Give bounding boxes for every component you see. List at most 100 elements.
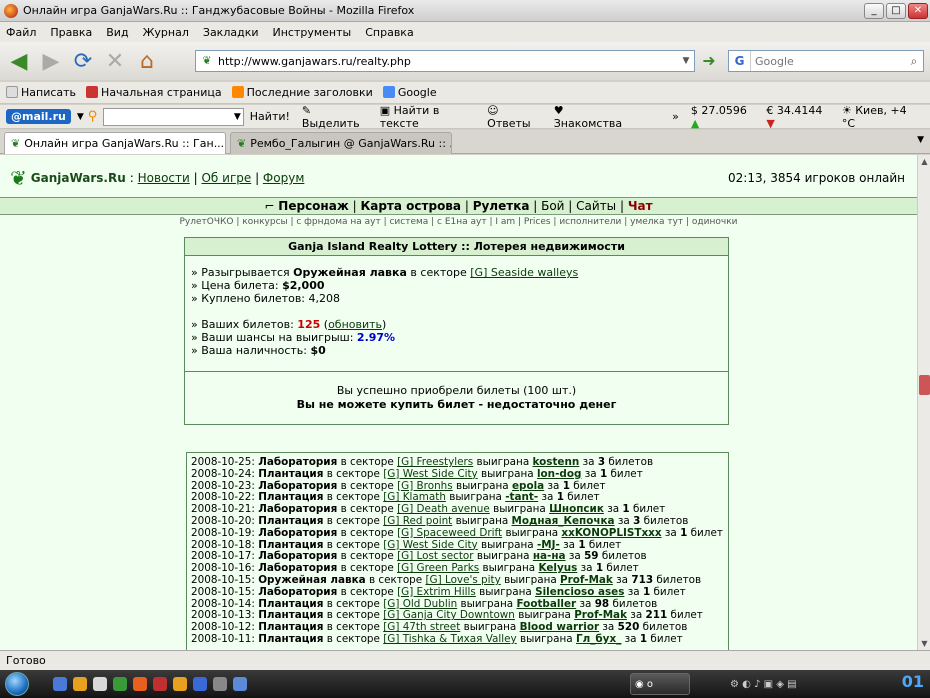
quicklaunch-icon[interactable] [73, 677, 87, 691]
history-winner-link[interactable]: Prof-Mak [574, 609, 627, 621]
menu-help[interactable]: Справка [365, 26, 413, 39]
history-winner-link[interactable]: Prof-Mak [560, 574, 613, 586]
history-winner-link[interactable]: Kelyus [539, 562, 578, 574]
quicklaunch-icon[interactable] [153, 677, 167, 691]
mailru-highlight-button[interactable]: ✎ Выделить [302, 104, 368, 130]
quicklaunch-icon[interactable] [233, 677, 247, 691]
tray-icons[interactable]: ⚙ ◐ ♪ ▣ ◈ ▤ [730, 679, 797, 690]
menu-file[interactable]: Файл [6, 26, 36, 39]
sub-nav[interactable]: РулетОЧКО | конкурсы | с фрндома на аут … [0, 215, 917, 229]
history-sector-link[interactable]: [G] Death avenue [397, 503, 490, 515]
history-sector-link[interactable]: [G] Bronhs [397, 480, 453, 492]
menu-history[interactable]: Журнал [143, 26, 189, 39]
reload-icon[interactable]: ⟳ [68, 46, 98, 76]
back-icon[interactable]: ◀ [4, 46, 34, 76]
quicklaunch-icon[interactable] [53, 677, 67, 691]
mailru-find-in-text-button[interactable]: ▣ Найти в тексте [380, 104, 475, 130]
history-winner-link[interactable]: Шнопсик [549, 503, 604, 515]
link-forum[interactable]: Форум [263, 171, 304, 185]
mailru-answers-button[interactable]: ☺ Ответы [487, 104, 542, 130]
url-input[interactable] [218, 54, 678, 68]
history-sector-link[interactable]: [G] Green Parks [397, 562, 479, 574]
history-sector-link[interactable]: [G] Klamath [383, 491, 446, 503]
menu-bookmarks[interactable]: Закладки [203, 26, 259, 39]
link-news[interactable]: Новости [138, 171, 190, 185]
mailru-find-button[interactable]: Найти! [250, 110, 290, 123]
go-icon[interactable]: ➜ [698, 50, 720, 72]
start-button[interactable] [0, 670, 34, 698]
taskbar-firefox-button[interactable]: ◉ o [630, 673, 690, 695]
menu-tools[interactable]: Инструменты [273, 26, 352, 39]
menu-view[interactable]: Вид [106, 26, 128, 39]
history-winner-link[interactable]: -tant- [505, 491, 538, 503]
bookmark-headlines[interactable]: Последние заголовки [231, 86, 373, 99]
stop-icon[interactable]: ✕ [100, 46, 130, 76]
forward-icon[interactable]: ▶ [36, 46, 66, 76]
minimize-button[interactable]: _ [864, 2, 884, 19]
history-sector-link[interactable]: [G] West Side City [383, 539, 477, 551]
history-winner-link[interactable]: Silencioso ases [535, 586, 624, 598]
search-icon[interactable]: ⌕ [905, 54, 923, 69]
google-engine-icon[interactable]: G [729, 51, 751, 71]
history-winner-link[interactable]: Blood warrior [520, 621, 600, 633]
mailru-logo[interactable]: @mail.ru [6, 109, 71, 124]
toolbar-overflow-icon[interactable]: » [672, 110, 679, 123]
maximize-button[interactable]: □ [886, 2, 906, 19]
history-winner-link[interactable]: Footballer [517, 598, 577, 610]
nav-battle[interactable]: Бой [541, 199, 564, 213]
quicklaunch-icon[interactable] [93, 677, 107, 691]
vertical-scrollbar[interactable]: ▲ ▼ [917, 155, 930, 650]
menu-edit[interactable]: Правка [50, 26, 92, 39]
quicklaunch-icon[interactable] [133, 677, 147, 691]
raffle-sector-link[interactable]: [G] Seaside walleys [470, 266, 578, 279]
nav-sites[interactable]: Сайты [576, 199, 616, 213]
refresh-link[interactable]: обновить [328, 318, 382, 331]
close-window-button[interactable]: ✕ [908, 2, 928, 19]
bookmark-home[interactable]: Начальная страница [86, 86, 222, 99]
mailru-search-engine-icon[interactable]: ⚲ [88, 109, 98, 124]
mailru-dropdown-icon[interactable]: ▼ [77, 112, 84, 122]
bookmark-compose[interactable]: Написать [6, 86, 76, 99]
quicklaunch-icon[interactable] [193, 677, 207, 691]
home-icon[interactable]: ⌂ [132, 46, 162, 76]
tab-rembo-profile[interactable]: ❦ Рембо_Галыгин @ GanjaWars.Ru :: ... [230, 132, 452, 154]
tab-ganjawars-lottery[interactable]: ❦ Онлайн игра GanjaWars.Ru :: Ган... ✕ [4, 132, 226, 154]
history-sector-link[interactable]: [G] Extrim Hills [397, 586, 476, 598]
search-input[interactable] [751, 54, 905, 68]
scroll-up-icon[interactable]: ▲ [918, 155, 930, 168]
history-winner-link[interactable]: Модная_Кепочка [512, 515, 615, 527]
history-winner-link[interactable]: -MJ- [537, 539, 560, 551]
mailru-dating-button[interactable]: ♥ Знакомства [554, 104, 630, 130]
history-winner-link[interactable]: epola [512, 480, 544, 492]
quicklaunch-icon[interactable] [173, 677, 187, 691]
link-about[interactable]: Об игре [201, 171, 251, 185]
history-winner-link[interactable]: на-на [533, 550, 566, 562]
tab-list-icon[interactable]: ▼ [917, 135, 924, 145]
nav-roulette[interactable]: Рулетка [473, 199, 530, 213]
scroll-thumb[interactable] [919, 375, 930, 395]
url-dropdown-icon[interactable]: ▼ [678, 56, 694, 66]
history-sector-link[interactable]: [G] Spaceweed Drift [397, 527, 502, 539]
history-sector-link[interactable]: [G] Lost sector [397, 550, 473, 562]
history-winner-link[interactable]: xxKONOPLISTxxx [561, 527, 661, 539]
history-sector-link[interactable]: [G] Red point [383, 515, 452, 527]
history-winner-link[interactable]: lon-dog [537, 468, 581, 480]
history-winner-link[interactable]: kostenn [533, 456, 580, 468]
history-sector-link[interactable]: [G] West Side City [383, 468, 477, 480]
mailru-search-input[interactable]: ▼ [103, 107, 244, 126]
history-sector-link[interactable]: [G] Ganja City Downtown [383, 609, 515, 621]
nav-map[interactable]: Карта острова [360, 199, 461, 213]
scroll-down-icon[interactable]: ▼ [918, 637, 930, 650]
history-sector-link[interactable]: [G] Tishka & Тихая Valley [383, 633, 516, 645]
url-bar[interactable]: ❦ ▼ [195, 50, 695, 72]
bookmark-google[interactable]: Google [382, 86, 437, 99]
history-sector-link[interactable]: [G] Freestylers [397, 456, 473, 468]
history-sector-link[interactable]: [G] 47th street [383, 621, 460, 633]
quicklaunch-icon[interactable] [213, 677, 227, 691]
history-sector-link[interactable]: [G] Love's pity [426, 574, 501, 586]
nav-character[interactable]: Персонаж [278, 199, 348, 213]
history-winner-link[interactable]: Гл_бух_ [576, 633, 621, 645]
history-sector-link[interactable]: [G] Old Dublin [383, 598, 457, 610]
nav-chat[interactable]: Чат [628, 199, 653, 213]
quicklaunch-icon[interactable] [113, 677, 127, 691]
